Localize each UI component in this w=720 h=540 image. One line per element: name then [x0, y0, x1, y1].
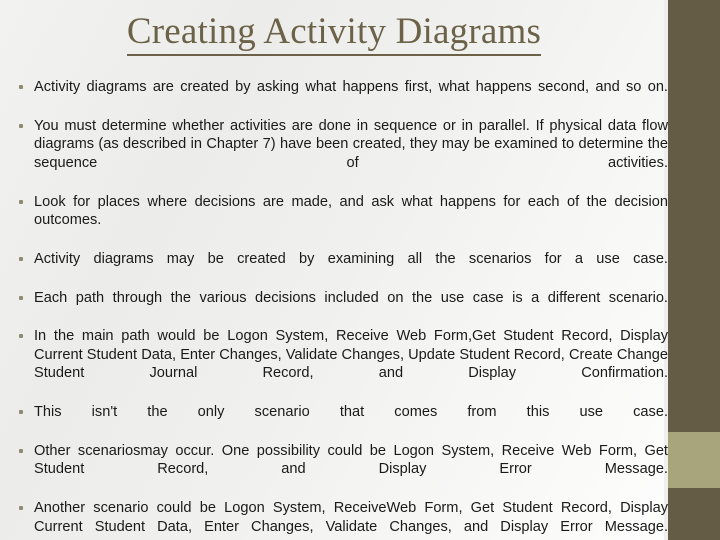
bullet-marker-icon: [19, 448, 23, 453]
bullet-marker-icon: [19, 123, 23, 128]
bullet-marker-icon: [19, 295, 23, 300]
list-item-text: In the main path would be Logon System, …: [34, 328, 668, 382]
list-item: Activity diagrams may be created by exam…: [8, 250, 668, 287]
list-item: Activity diagrams are created by asking …: [8, 78, 668, 115]
bar-segment-light-olive: [668, 432, 720, 488]
list-item-text: You must determine whether activities ar…: [34, 117, 668, 171]
list-item-text: Another scenario could be Logon System, …: [34, 500, 668, 535]
bullet-marker-icon: [19, 256, 23, 261]
bar-segment-dark-top: [668, 0, 720, 432]
list-item: Look for places where decisions are made…: [8, 193, 668, 249]
title-container: Creating Activity Diagrams: [0, 12, 668, 56]
list-item-text: Activity diagrams may be created by exam…: [34, 250, 668, 267]
right-decorative-bar: [668, 0, 720, 540]
list-item: Other scenariosmay occur. One possibilit…: [8, 442, 668, 498]
bar-segment-dark-bottom: [668, 488, 720, 540]
list-item: Another scenario could be Logon System, …: [8, 499, 668, 540]
bullet-marker-icon: [19, 199, 23, 204]
list-item-text: Look for places where decisions are made…: [34, 193, 668, 229]
bullet-list: Activity diagrams are created by asking …: [8, 78, 668, 540]
slide-canvas: Creating Activity Diagrams Activity diag…: [0, 0, 720, 540]
list-item: In the main path would be Logon System, …: [8, 327, 668, 401]
body-content: Activity diagrams are created by asking …: [8, 78, 668, 540]
bullet-marker-icon: [19, 410, 23, 415]
bullet-marker-icon: [19, 85, 23, 89]
bullet-marker-icon: [19, 334, 23, 339]
list-item-text: Other scenariosmay occur. One possibilit…: [34, 442, 668, 478]
list-item: This isn't the only scenario that comes …: [8, 403, 668, 440]
list-item: You must determine whether activities ar…: [8, 117, 668, 191]
list-item-text: Each path through the various decisions …: [34, 289, 668, 306]
list-item-text: This isn't the only scenario that comes …: [34, 404, 668, 421]
list-item-text: Activity diagrams are created by asking …: [34, 79, 668, 95]
page-title: Creating Activity Diagrams: [126, 12, 542, 56]
list-item: Each path through the various decisions …: [8, 289, 668, 326]
bullet-marker-icon: [19, 506, 23, 511]
